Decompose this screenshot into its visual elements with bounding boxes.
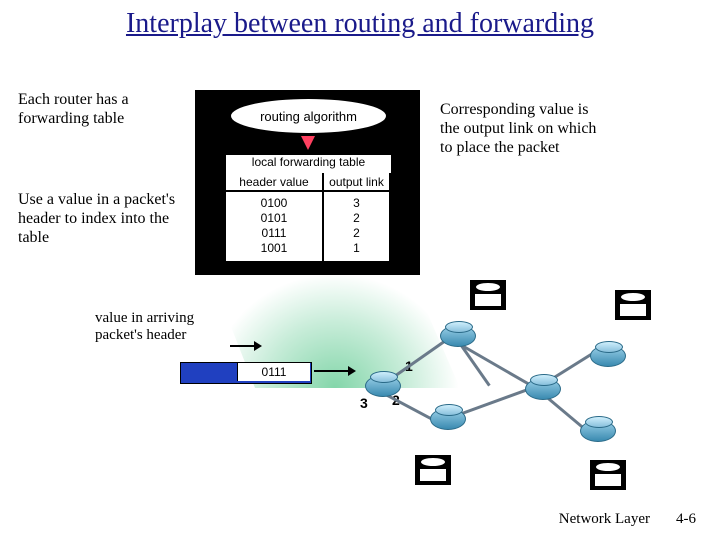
slide-title: Interplay between routing and forwarding <box>0 8 720 40</box>
col-header-values: 0100 0101 0111 1001 <box>225 192 323 262</box>
routing-algorithm-oval: routing algorithm <box>230 98 387 134</box>
router-icon <box>440 325 476 347</box>
packet-header-field: 0111 <box>237 363 310 381</box>
footer-page: 4-6 <box>676 511 696 528</box>
footer-chapter: Network Layer <box>559 511 650 528</box>
forwarding-table-header: header value output link <box>225 173 390 191</box>
router-icon <box>580 420 616 442</box>
note-corresponding: Corresponding value is the output link o… <box>440 100 610 158</box>
col-header-value: header value <box>225 173 323 191</box>
network-graph <box>340 280 670 510</box>
col-output-values: 3 2 2 1 <box>323 192 390 262</box>
forwarding-table-caption: local forwarding table <box>225 154 392 174</box>
router-icon <box>430 408 466 430</box>
note-each-router: Each router has a forwarding table <box>18 90 178 128</box>
mini-router-table-icon <box>615 290 651 320</box>
router-icon <box>525 378 561 400</box>
forwarding-table-body: 0100 0101 0111 1001 3 2 2 1 <box>225 192 390 262</box>
mini-router-table-icon <box>415 455 451 485</box>
mini-router-table-icon <box>590 460 626 490</box>
arrow-right-icon <box>230 345 260 347</box>
arrow-down-icon <box>301 136 315 150</box>
router-icon <box>590 345 626 367</box>
col-output-link: output link <box>323 173 390 191</box>
mini-router-table-icon <box>470 280 506 310</box>
note-use-value: Use a value in a packet's header to inde… <box>18 190 178 248</box>
router-icon <box>365 375 401 397</box>
link <box>454 340 533 388</box>
router-detail-box: routing algorithm local forwarding table… <box>195 90 420 275</box>
note-arriving-value: value in arriving packet's header <box>95 310 235 345</box>
packet: 0111 <box>180 362 312 384</box>
